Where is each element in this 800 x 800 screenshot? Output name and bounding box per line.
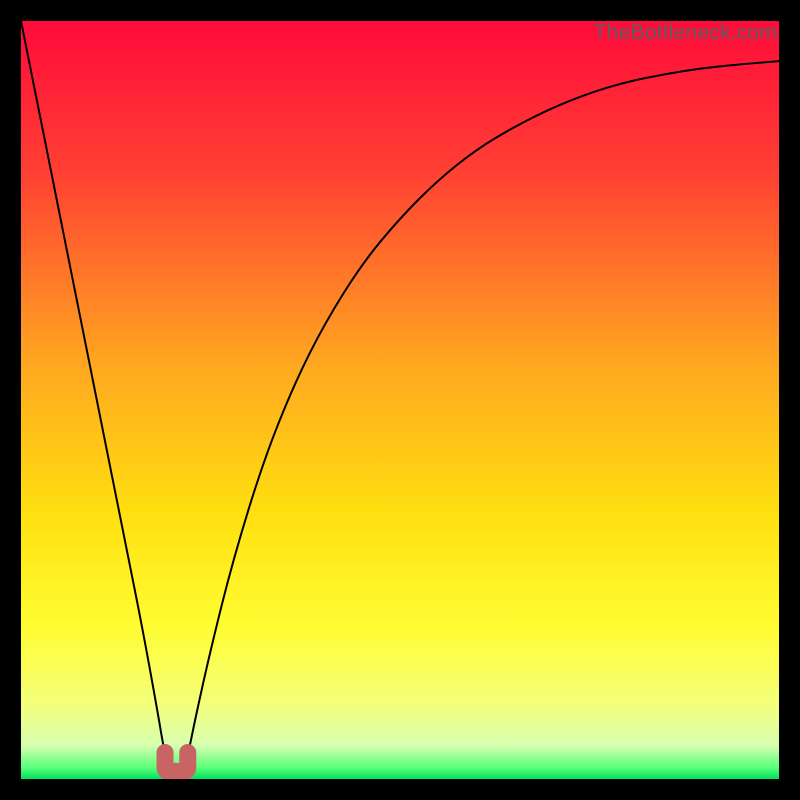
bottleneck-chart — [21, 21, 779, 779]
watermark-label: TheBottleneck.com — [592, 21, 779, 45]
plot-area: TheBottleneck.com — [21, 21, 779, 779]
chart-frame: TheBottleneck.com — [0, 0, 800, 800]
gradient-background — [21, 21, 779, 779]
